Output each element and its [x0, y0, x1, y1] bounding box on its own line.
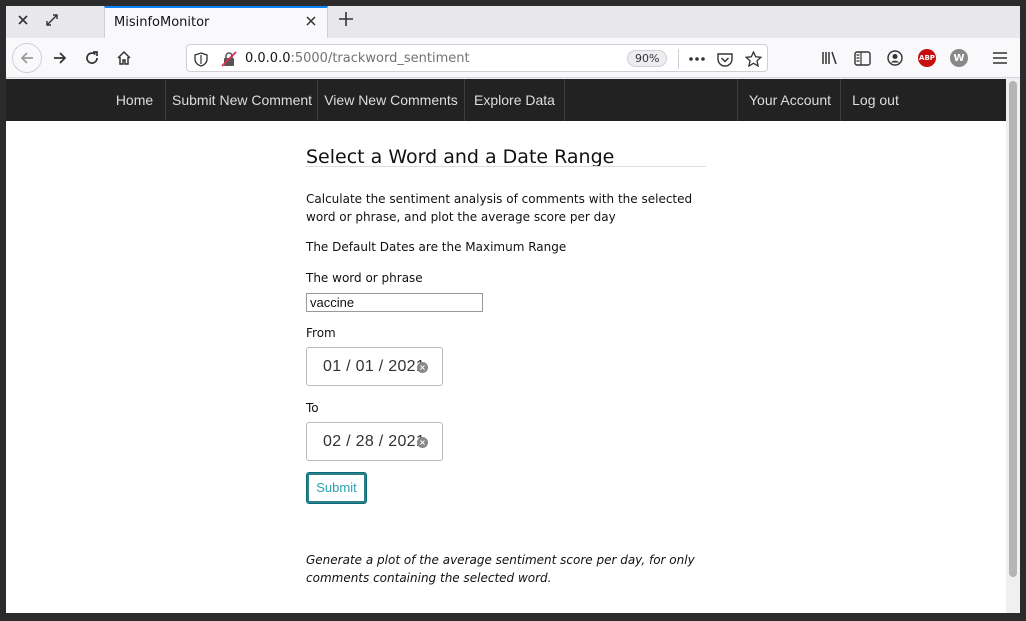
home-icon[interactable]	[110, 44, 138, 72]
to-date-value: 02 / 28 / 2021	[323, 433, 426, 450]
nav-home[interactable]: Home	[110, 79, 159, 121]
sidebar-icon[interactable]	[852, 48, 872, 68]
extension-w-icon[interactable]: W	[949, 48, 969, 68]
star-icon[interactable]	[743, 49, 763, 69]
nav-divider	[737, 79, 738, 121]
nav-toolbar: 0.0.0.0:5000/trackword_sentiment 90% ABP	[6, 38, 1020, 78]
from-label: From	[306, 326, 336, 340]
url-bar[interactable]: 0.0.0.0:5000/trackword_sentiment 90%	[186, 44, 768, 72]
more-icon[interactable]	[687, 49, 707, 69]
nav-submit-comment[interactable]: Submit New Comment	[172, 79, 312, 121]
from-date-input[interactable]: 01 / 01 / 2021 ×	[306, 347, 443, 386]
library-icon[interactable]	[820, 48, 840, 68]
menu-icon[interactable]	[990, 48, 1010, 68]
nav-divider	[840, 79, 841, 121]
tab-title: MisinfoMonitor	[114, 15, 210, 30]
browser-window: MisinfoMonitor 0.0.0.0:5000/trackword_se…	[6, 6, 1020, 613]
page-viewport: Home Submit New Comment View New Comment…	[6, 79, 1020, 613]
clear-icon[interactable]: ×	[417, 362, 428, 373]
word-label: The word or phrase	[306, 271, 423, 285]
url-separator	[678, 49, 679, 69]
url-host: 0.0.0.0	[245, 51, 291, 66]
page-title: Select a Word and a Date Range	[306, 146, 615, 168]
scroll-thumb[interactable]	[1009, 81, 1017, 577]
nav-divider	[464, 79, 465, 121]
page-scrollbar[interactable]	[1006, 79, 1020, 613]
close-window-icon[interactable]	[15, 14, 31, 30]
account-icon[interactable]	[885, 48, 905, 68]
from-date-value: 01 / 01 / 2021	[323, 358, 426, 375]
reload-icon[interactable]	[78, 44, 106, 72]
shield-icon[interactable]	[191, 49, 211, 69]
nav-divider	[317, 79, 318, 121]
new-tab-button[interactable]	[336, 11, 356, 31]
nav-your-account[interactable]: Your Account	[744, 79, 836, 121]
nav-divider	[564, 79, 565, 121]
insecure-lock-icon[interactable]	[219, 49, 239, 69]
to-date-input[interactable]: 02 / 28 / 2021 ×	[306, 422, 443, 461]
tab-close-icon[interactable]	[303, 14, 319, 30]
tab-active[interactable]: MisinfoMonitor	[104, 6, 328, 39]
submit-button[interactable]: Submit	[306, 472, 367, 504]
title-divider	[306, 166, 706, 167]
restore-window-icon[interactable]	[44, 14, 60, 30]
clear-icon[interactable]: ×	[417, 437, 428, 448]
url-path: :5000/trackword_sentiment	[290, 51, 470, 66]
zoom-badge[interactable]: 90%	[627, 50, 668, 67]
adblock-icon[interactable]: ABP	[917, 48, 937, 68]
nav-divider	[165, 79, 166, 121]
to-label: To	[306, 401, 319, 415]
adblock-label: ABP	[918, 49, 936, 67]
plot-note: Generate a plot of the average sentiment…	[306, 553, 695, 585]
back-icon[interactable]	[12, 43, 42, 73]
extension-w-label: W	[950, 49, 968, 67]
nav-explore-data[interactable]: Explore Data	[471, 79, 558, 121]
pocket-icon[interactable]	[715, 49, 735, 69]
nav-view-comments[interactable]: View New Comments	[324, 79, 458, 121]
forward-icon[interactable]	[46, 44, 74, 72]
tab-strip: MisinfoMonitor	[6, 6, 1020, 39]
form-description: Calculate the sentiment analysis of comm…	[306, 192, 693, 224]
default-dates-note: The Default Dates are the Maximum Range	[306, 240, 567, 254]
word-input[interactable]: vaccine	[306, 293, 483, 312]
site-navbar: Home Submit New Comment View New Comment…	[6, 79, 1006, 121]
url-text[interactable]: 0.0.0.0:5000/trackword_sentiment	[245, 51, 470, 66]
nav-log-out[interactable]: Log out	[847, 79, 904, 121]
